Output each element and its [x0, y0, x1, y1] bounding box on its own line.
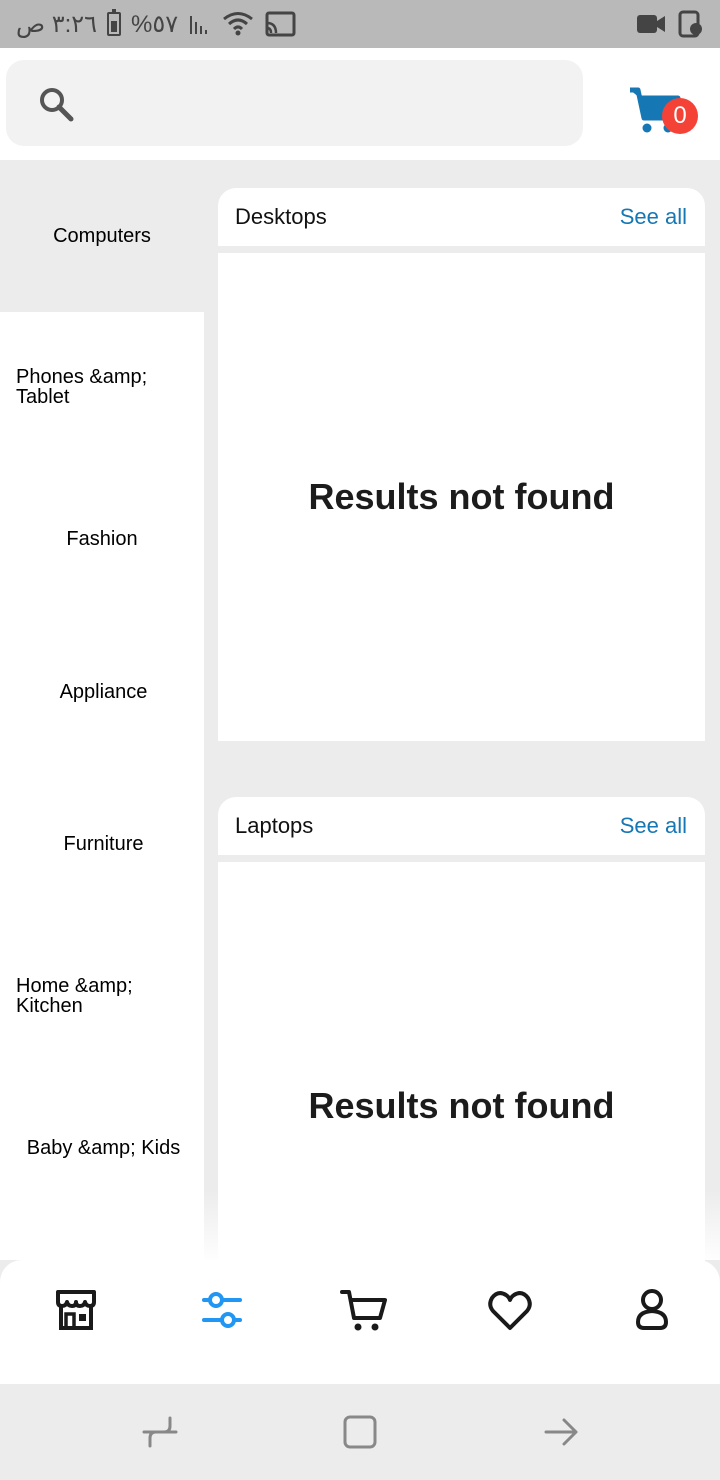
- category-furniture[interactable]: Furniture: [0, 768, 204, 920]
- status-left: ٣:٢٦ ص %٥٧: [16, 8, 296, 40]
- back-icon[interactable]: [542, 1412, 582, 1452]
- category-label: Home &amp; Kitchen: [16, 975, 133, 1017]
- system-navigation-bar: [0, 1384, 720, 1480]
- section-title: Desktops: [235, 204, 327, 229]
- video-camera-icon: [637, 15, 665, 33]
- category-home-kitchen[interactable]: Home &amp; Kitchen: [0, 920, 204, 1072]
- wifi-icon: [223, 12, 254, 36]
- bottom-navigation: [0, 1260, 720, 1384]
- category-baby-kids[interactable]: Baby &amp; Kids: [0, 1072, 204, 1224]
- top-header: 0: [0, 48, 720, 160]
- category-computers[interactable]: Computers: [0, 160, 204, 312]
- see-all-link[interactable]: See all: [620, 813, 687, 839]
- battery-percent: %٥٧: [131, 10, 179, 38]
- section-header-desktops: Desktops See all: [218, 188, 705, 246]
- category-label: Phones &amp; Tablet: [16, 366, 148, 408]
- see-all-link[interactable]: See all: [620, 204, 687, 230]
- status-right: [636, 8, 704, 40]
- category-phones-tablet[interactable]: Phones &amp; Tablet: [0, 312, 204, 462]
- recents-icon[interactable]: [140, 1412, 180, 1452]
- empty-results-message: Results not found: [308, 476, 615, 517]
- status-bar: ٣:٢٦ ص %٥٧: [0, 0, 720, 48]
- cast-icon: [265, 11, 296, 37]
- filter-sliders-icon[interactable]: [198, 1286, 246, 1334]
- category-fashion[interactable]: Fashion: [0, 462, 204, 615]
- scroll-fade: [204, 1190, 720, 1260]
- home-icon[interactable]: [340, 1412, 380, 1452]
- section-title: Laptops: [235, 813, 314, 838]
- empty-results-message: Results not found: [308, 1085, 615, 1126]
- screen-timer-icon: [678, 10, 702, 38]
- section-body-desktops: Results not found: [218, 253, 705, 741]
- battery-icon: [107, 9, 122, 36]
- cart-icon[interactable]: [340, 1286, 388, 1334]
- category-sidebar: Computers Phones &amp; Tablet Fashion Ap…: [0, 160, 204, 1260]
- category-appliance[interactable]: Appliance: [0, 615, 204, 768]
- search-input[interactable]: [86, 60, 566, 146]
- heart-icon[interactable]: [486, 1286, 534, 1334]
- search-icon[interactable]: [36, 84, 76, 124]
- signal-icon: [190, 16, 208, 34]
- profile-icon[interactable]: [628, 1286, 676, 1334]
- section-header-laptops: Laptops See all: [218, 797, 705, 855]
- status-time: ٣:٢٦ ص: [16, 10, 98, 38]
- cart-count-badge: 0: [662, 98, 698, 134]
- store-icon[interactable]: [52, 1286, 100, 1334]
- search-bar[interactable]: [6, 60, 583, 146]
